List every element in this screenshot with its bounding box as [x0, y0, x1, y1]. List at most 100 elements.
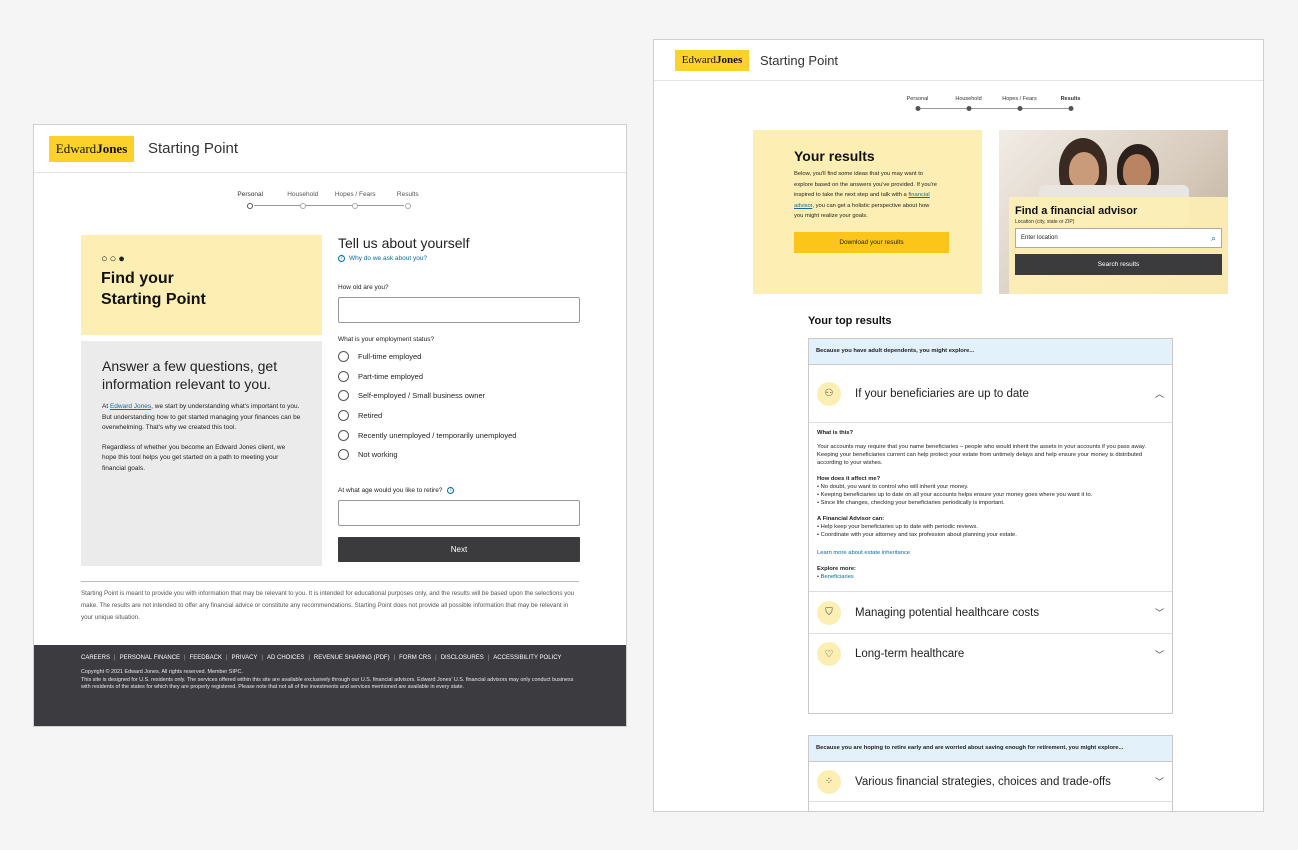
chevron-down-icon[interactable]: ﹀ — [1155, 606, 1164, 619]
step-label: Results — [396, 191, 419, 198]
footer-link-accessibility[interactable]: ACCESSIBILITY POLICY — [493, 655, 561, 661]
footer-link-careers[interactable]: CAREERS — [81, 655, 110, 661]
next-button[interactable]: Next — [338, 536, 580, 562]
intro-text: At — [102, 403, 110, 410]
radio-label: Not working — [358, 450, 398, 460]
radio-full-time[interactable]: Full-time employed — [338, 347, 580, 367]
footer-link-personal-finance[interactable]: PERSONAL FINANCE — [120, 655, 180, 661]
footer-link-feedback[interactable]: FEEDBACK — [190, 655, 222, 661]
logo-text-jones: Jones — [715, 54, 743, 66]
step-label: Household — [955, 96, 982, 102]
divider: | — [184, 655, 186, 661]
radio-self-employed[interactable]: Self-employed / Small business owner — [338, 386, 580, 406]
retire-age-input[interactable] — [338, 499, 580, 526]
heartbeat-icon: ♡ — [817, 642, 841, 666]
radio-retired[interactable]: Retired — [338, 406, 580, 426]
step-hopes-fears: Hopes / Fears — [994, 96, 1045, 116]
divider: | — [435, 655, 437, 661]
starting-point-form-window: Edward Jones Starting Point Personal Hous… — [33, 124, 627, 727]
step-dot — [299, 203, 306, 209]
divider: | — [114, 655, 116, 661]
form-title: Tell us about yourself — [338, 235, 470, 251]
search-results-button[interactable]: Search results — [1015, 254, 1222, 275]
step-label: Hopes / Fears — [334, 191, 376, 198]
accordion-beneficiaries[interactable]: ⚇ If your beneficiaries are up to date ︿ — [809, 365, 1172, 423]
intro-heading: Answer a few questions, get information … — [102, 358, 278, 392]
download-results-button[interactable]: Download your results — [794, 231, 949, 253]
retire-age-text: At what age would you like to retire? — [338, 486, 443, 494]
step-dot — [915, 106, 920, 111]
divider: | — [261, 655, 263, 661]
divider: | — [393, 655, 396, 661]
radio-not-working[interactable]: Not working — [338, 445, 580, 465]
accordion-healthcare-costs[interactable]: ⛉ Managing potential healthcare costs ﹀ — [809, 592, 1172, 634]
step-label: Personal — [906, 96, 929, 102]
list-item: Keeping beneficiaries up to date on all … — [817, 491, 1164, 499]
why-ask-link[interactable]: ? Why do we ask about you? — [338, 255, 580, 262]
accordion-financial-strategies[interactable]: ⁘ Various financial strategies, choices … — [809, 762, 1172, 802]
estate-inheritance-link[interactable]: Learn more about estate inheritance — [817, 550, 910, 556]
logo-text-edward: Edward — [681, 54, 716, 66]
section-heading: Explore more: — [817, 566, 856, 572]
divider: | — [308, 655, 310, 661]
affect-list: No doubt, you want to control who will i… — [817, 483, 1164, 507]
results-title: Your results — [794, 148, 875, 164]
chevron-down-icon[interactable]: ﹀ — [1155, 775, 1164, 788]
accordion-content: What is this? Your accounts may require … — [809, 423, 1172, 592]
step-hopes-fears: Hopes / Fears — [329, 191, 382, 211]
section-heading: How does it affect me? — [817, 476, 881, 482]
chevron-up-icon[interactable]: ︿ — [1155, 387, 1164, 400]
canvas: Edward Jones Starting Point Personal Hous… — [0, 0, 1298, 850]
list-item: Since life changes, checking your benefi… — [817, 499, 1164, 507]
footer-link-revenue-sharing[interactable]: REVENUE SHARING (PDF) — [314, 655, 390, 661]
radio-button[interactable] — [338, 410, 349, 422]
divider: | — [225, 655, 228, 661]
radio-label: Part-time employed — [358, 371, 424, 381]
progress-stepper: Personal Household Hopes / Fears Results — [892, 96, 1097, 116]
age-input[interactable] — [338, 297, 580, 323]
edward-jones-link[interactable]: Edward Jones — [110, 403, 151, 410]
step-dot — [1068, 106, 1073, 111]
employment-label: What is your employment status? — [338, 336, 435, 343]
footer-link-form-crs[interactable]: FORM CRS — [399, 655, 431, 661]
search-icon[interactable]: ⌕ — [1211, 233, 1216, 244]
location-input[interactable]: Enter location ⌕ — [1015, 228, 1222, 248]
radio-label: Retired — [358, 411, 383, 421]
chevron-down-icon[interactable]: ﹀ — [1155, 648, 1164, 661]
accordion-long-term-healthcare[interactable]: ♡ Long-term healthcare ﹀ — [809, 634, 1172, 674]
radio-button[interactable] — [338, 351, 349, 363]
footer-link-disclosures[interactable]: DISCLOSURES — [441, 655, 484, 661]
step-label: Results — [1060, 96, 1081, 102]
info-icon[interactable]: i — [447, 486, 455, 494]
footer-link-ad-choices[interactable]: AD CHOICES — [267, 655, 304, 661]
step-dot — [247, 203, 254, 209]
hero-card: ○○● Find your Starting Point — [81, 235, 322, 335]
intro-paragraph-1: At Edward Jones, we start by understandi… — [102, 402, 301, 434]
edward-jones-logo[interactable]: Edward Jones — [675, 49, 749, 71]
advisor-list: Help keep your beneficiaries up to date … — [817, 523, 1164, 539]
divider: | — [487, 655, 490, 661]
disclaimer-text: Starting Point is meant to provide you w… — [81, 581, 579, 624]
radio-part-time[interactable]: Part-time employed — [338, 367, 580, 387]
result-group-retire-early: Because you are hoping to retire early a… — [808, 735, 1173, 811]
footer-link-privacy[interactable]: PRIVACY — [232, 655, 258, 661]
radio-button[interactable] — [338, 429, 349, 441]
radio-label: Self-employed / Small business owner — [358, 391, 486, 401]
edward-jones-logo[interactable]: Edward Jones — [49, 135, 134, 162]
step-label: Hopes / Fears — [1002, 96, 1037, 102]
radio-label: Recently unemployed / temporarily unempl… — [358, 430, 517, 440]
app-title: Starting Point — [148, 140, 239, 157]
location-placeholder: Enter location — [1021, 235, 1058, 241]
radio-button[interactable] — [338, 449, 349, 461]
results-text-part: , you can get a holistic perspective abo… — [794, 202, 930, 220]
radio-button[interactable] — [338, 370, 349, 382]
result-group-adult-dependents: Because you have adult dependents, you m… — [808, 338, 1173, 714]
radio-recently-unemployed[interactable]: Recently unemployed / temporarily unempl… — [338, 425, 580, 445]
age-label: How old are you? — [338, 284, 389, 291]
site-footer: CAREERS | PERSONAL FINANCE | FEEDBACK | PRI… — [34, 645, 626, 726]
beneficiaries-link[interactable]: Beneficiaries — [821, 574, 854, 580]
list-item: No doubt, you want to control who will i… — [817, 483, 1164, 491]
radio-button[interactable] — [338, 390, 349, 402]
question-icon: ? — [338, 255, 345, 262]
step-dot — [1017, 106, 1022, 111]
